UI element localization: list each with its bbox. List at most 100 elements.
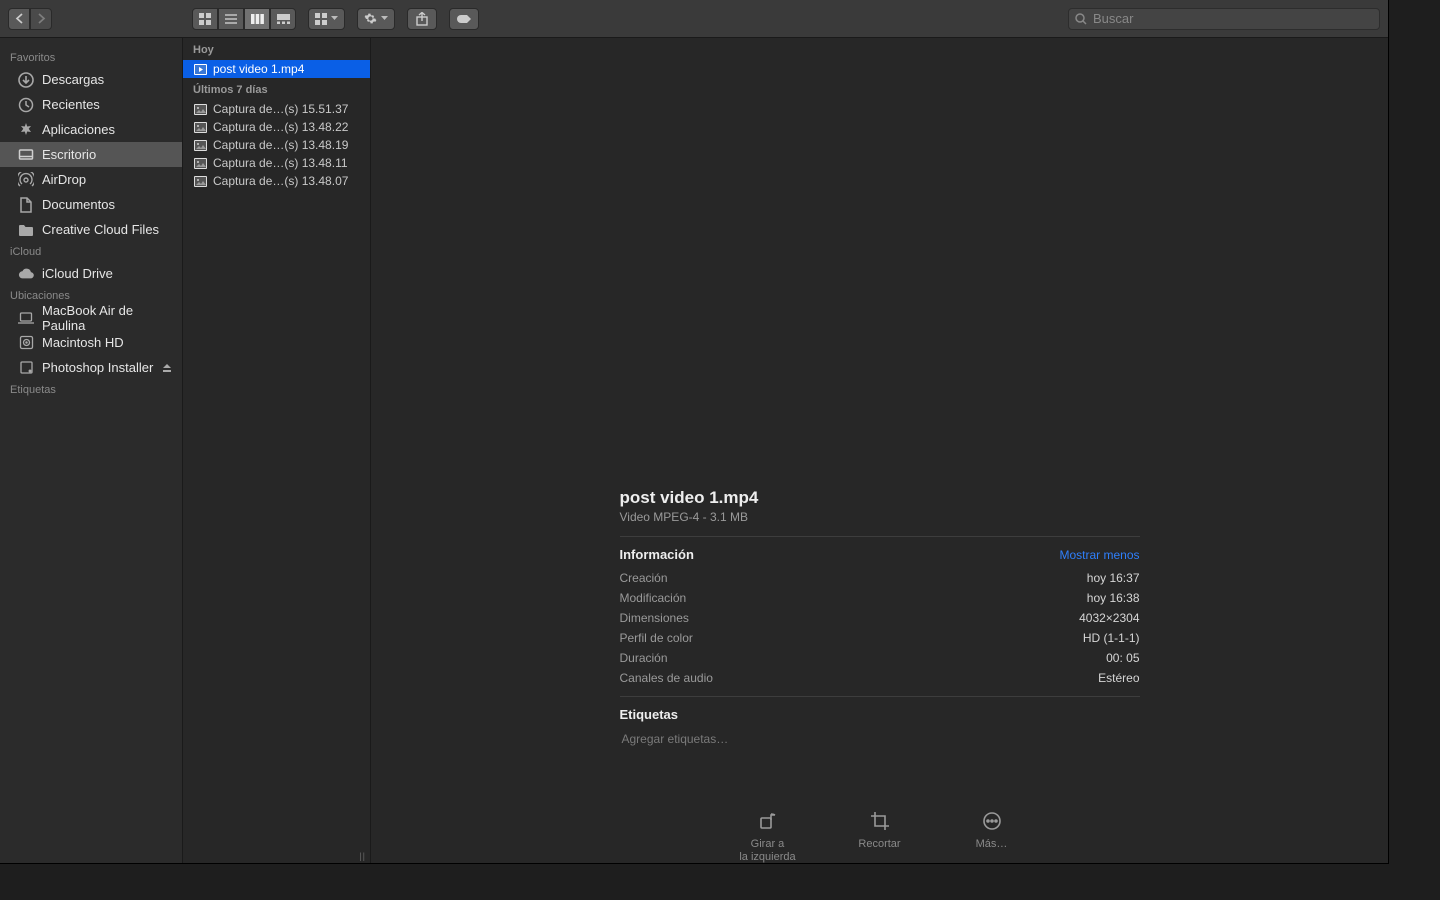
view-icon-button[interactable] [192, 8, 218, 30]
show-less-link[interactable]: Mostrar menos [1059, 548, 1139, 562]
tags-button[interactable] [449, 8, 479, 30]
gear-icon [364, 12, 377, 25]
file-row[interactable]: Captura de…(s) 15.51.37 [183, 100, 370, 118]
sidebar-item-documentos[interactable]: Documentos [0, 192, 182, 217]
arrange-button[interactable] [308, 8, 345, 30]
sidebar-item-macbook-air-de-paulina[interactable]: MacBook Air de Paulina [0, 305, 182, 330]
info-row: Canales de audio Estéreo [620, 668, 1140, 688]
chevron-down-icon [381, 16, 388, 21]
file-row[interactable]: Captura de…(s) 13.48.19 [183, 136, 370, 154]
quick-action-crop[interactable]: Recortar [847, 810, 913, 863]
file-name: Captura de…(s) 13.48.07 [213, 174, 348, 188]
more-icon [981, 810, 1003, 832]
toolbar [0, 0, 1388, 38]
sidebar-item-creative-cloud-files[interactable]: Creative Cloud Files [0, 217, 182, 242]
hdd-icon [18, 335, 34, 351]
info-section-title: Información [620, 547, 694, 562]
preview-filename: post video 1.mp4 [620, 488, 1140, 510]
disk-icon [18, 360, 34, 376]
view-mode-segment [192, 8, 296, 30]
image-file-icon [193, 175, 207, 187]
finder-window: FavoritosDescargasRecientesAplicacionesE… [0, 0, 1389, 864]
info-value: Estéreo [1098, 671, 1139, 685]
sidebar-item-label: Photoshop Installer [42, 360, 153, 375]
file-name: post video 1.mp4 [213, 62, 304, 76]
sidebar-item-label: Macintosh HD [42, 335, 124, 350]
sidebar-item-label: MacBook Air de Paulina [42, 303, 172, 333]
info-key: Canales de audio [620, 671, 713, 685]
info-key: Dimensiones [620, 611, 689, 625]
search-field[interactable] [1068, 8, 1380, 30]
view-list-button[interactable] [218, 8, 244, 30]
image-file-icon [193, 157, 207, 169]
info-key: Duración [620, 651, 668, 665]
share-button[interactable] [407, 8, 437, 30]
sidebar-item-label: Creative Cloud Files [42, 222, 159, 237]
tag-icon [456, 14, 472, 24]
file-column: Hoy post video 1.mp4 Últimos 7 días Captura… [183, 38, 371, 863]
info-value: HD (1-1-1) [1083, 631, 1140, 645]
file-row[interactable]: Captura de…(s) 13.48.07 [183, 172, 370, 190]
info-value: 4032×2304 [1079, 611, 1139, 625]
sidebar-item-airdrop[interactable]: AirDrop [0, 167, 182, 192]
sidebar-item-label: Documentos [42, 197, 115, 212]
info-value: 00: 05 [1106, 651, 1139, 665]
sidebar-section-header: iCloud [0, 242, 182, 261]
grid-icon [315, 13, 327, 25]
sidebar-item-label: Recientes [42, 97, 100, 112]
file-row[interactable]: Captura de…(s) 13.48.11 [183, 154, 370, 172]
cloud-icon [18, 266, 34, 282]
sidebar-item-recientes[interactable]: Recientes [0, 92, 182, 117]
sidebar-item-aplicaciones[interactable]: Aplicaciones [0, 117, 182, 142]
sidebar-item-icloud-drive[interactable]: iCloud Drive [0, 261, 182, 286]
file-name: Captura de…(s) 13.48.22 [213, 120, 348, 134]
folder-icon [18, 222, 34, 238]
search-input[interactable] [1093, 11, 1373, 26]
sidebar-item-descargas[interactable]: Descargas [0, 67, 182, 92]
quick-action-rotate[interactable]: Girar ala izquierda [735, 810, 801, 863]
info-value: hoy 16:37 [1087, 571, 1140, 585]
laptop-icon [18, 310, 34, 326]
sidebar-item-macintosh-hd[interactable]: Macintosh HD [0, 330, 182, 355]
share-icon [416, 12, 428, 26]
forward-button[interactable] [30, 8, 52, 30]
info-row: Modificaciónhoy 16:38 [620, 588, 1140, 608]
sidebar-item-label: Escritorio [42, 147, 96, 162]
sidebar-item-label: Aplicaciones [42, 122, 115, 137]
quick-action-more[interactable]: Más… [959, 810, 1025, 863]
column-resize-handle[interactable]: || [359, 851, 366, 861]
sidebar-item-label: Descargas [42, 72, 104, 87]
info-key: Perfil de color [620, 631, 693, 645]
info-row: Creaciónhoy 16:37 [620, 568, 1140, 588]
sidebar: FavoritosDescargasRecientesAplicacionesE… [0, 38, 183, 863]
file-name: Captura de…(s) 15.51.37 [213, 102, 348, 116]
sidebar-section-header: Etiquetas [0, 380, 182, 399]
image-file-icon [193, 103, 207, 115]
preview-pane: post video 1.mp4 Video MPEG-4 - 3.1 MB I… [371, 38, 1388, 863]
crop-icon [869, 810, 891, 832]
info-key: Modificación [620, 591, 687, 605]
video-file-icon [193, 63, 207, 75]
sidebar-item-escritorio[interactable]: Escritorio [0, 142, 182, 167]
quick-action-label: Más… [976, 838, 1008, 851]
back-button[interactable] [8, 8, 30, 30]
file-name: Captura de…(s) 13.48.11 [213, 156, 348, 170]
view-column-button[interactable] [244, 8, 270, 30]
file-row[interactable]: post video 1.mp4 [183, 60, 370, 78]
file-row[interactable]: Captura de…(s) 13.48.22 [183, 118, 370, 136]
quick-action-label: Recortar [858, 838, 900, 851]
info-row: Duración 00: 05 [620, 648, 1140, 668]
image-file-icon [193, 121, 207, 133]
sidebar-item-photoshop-installer[interactable]: Photoshop Installer [0, 355, 182, 380]
view-gallery-button[interactable] [270, 8, 296, 30]
action-menu-button[interactable] [357, 8, 395, 30]
tags-input[interactable]: Agregar etiquetas… [620, 728, 1140, 750]
search-icon [1075, 13, 1087, 25]
file-group-header: Hoy [183, 38, 370, 60]
file-group-header: Últimos 7 días [183, 78, 370, 100]
info-row: Perfil de color HD (1-1-1) [620, 628, 1140, 648]
file-name: Captura de…(s) 13.48.19 [213, 138, 348, 152]
eject-icon[interactable] [162, 363, 172, 373]
sidebar-item-label: iCloud Drive [42, 266, 113, 281]
apps-icon [18, 122, 34, 138]
